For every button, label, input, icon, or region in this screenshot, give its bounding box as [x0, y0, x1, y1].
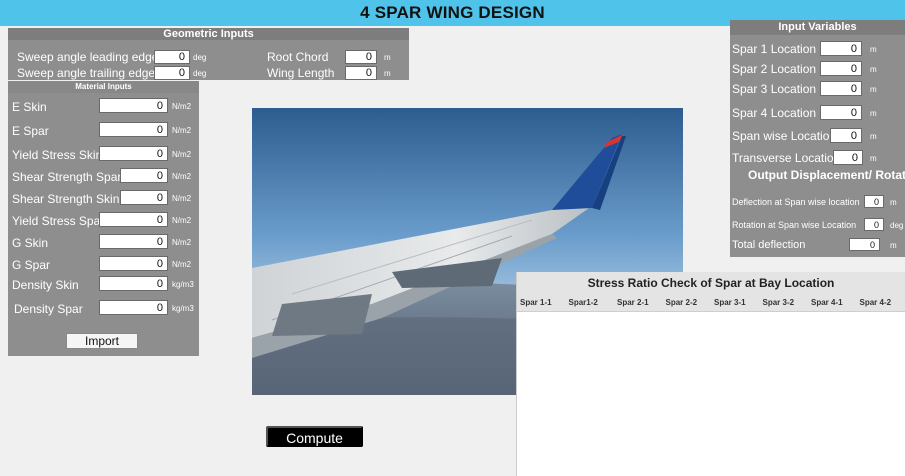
shear-strength-skin-label: Shear Strength Skin	[12, 192, 120, 206]
shear-strength-spar-unit: N/m2	[172, 172, 192, 181]
col-spar-2-1: Spar 2-1	[617, 298, 649, 307]
geometric-inputs-panel: Geometric Inputs Sweep angle leading edg…	[8, 28, 409, 80]
import-button[interactable]: Import	[66, 333, 138, 349]
col-spar-4-1: Spar 4-1	[811, 298, 843, 307]
g-skin-input[interactable]	[99, 234, 168, 249]
g-skin-label: G Skin	[12, 236, 49, 250]
root-chord-label: Root Chord	[267, 50, 329, 64]
density-skin-input[interactable]	[99, 276, 168, 291]
sweep-le-input[interactable]	[154, 50, 190, 64]
g-spar-input[interactable]	[99, 256, 168, 271]
spar3-location-unit: m	[870, 85, 877, 94]
deflection-label: Deflection at Span wise location	[732, 197, 860, 207]
col-spar-2-2: Spar 2-2	[665, 298, 698, 307]
wing-length-label: Wing Length	[267, 66, 335, 80]
spar1-location-input[interactable]	[820, 41, 862, 56]
spar3-location-label: Spar 3 Location	[732, 82, 817, 96]
transverse-location-input[interactable]	[833, 150, 863, 165]
span-wise-location-input[interactable]	[830, 128, 862, 143]
transverse-location-label: Transverse Location	[732, 151, 841, 165]
stress-table-title: Stress Ratio Check of Spar at Bay Locati…	[517, 272, 905, 294]
spar4-location-input[interactable]	[820, 105, 862, 120]
spar2-location-input[interactable]	[820, 61, 862, 76]
shear-strength-skin-unit: N/m2	[172, 194, 192, 203]
sweep-te-input[interactable]	[154, 66, 190, 80]
wing-length-unit: m	[384, 69, 391, 78]
span-wise-location-label: Span wise Location	[732, 129, 837, 143]
spar1-location-label: Spar 1 Location	[732, 42, 817, 56]
g-spar-label: G Spar	[12, 258, 51, 272]
yield-stress-spar-input[interactable]	[99, 212, 168, 227]
yield-stress-skin-unit: N/m2	[172, 150, 192, 159]
material-inputs-panel: Material Inputs E Skin N/m2 E Spar N/m2 …	[8, 81, 199, 356]
shear-strength-skin-input[interactable]	[120, 190, 168, 205]
density-spar-input[interactable]	[99, 300, 168, 315]
rotation-unit: deg	[890, 221, 904, 230]
e-spar-unit: N/m2	[172, 126, 192, 135]
yield-stress-spar-unit: N/m2	[172, 216, 192, 225]
sweep-le-label: Sweep angle leading edge	[17, 50, 159, 64]
app-title: 4 SPAR WING DESIGN	[360, 3, 545, 22]
output-title: Output Displacement/ Rotation	[730, 167, 905, 184]
spar1-location-unit: m	[870, 45, 877, 54]
spar2-location-label: Spar 2 Location	[732, 62, 817, 76]
root-chord-unit: m	[384, 53, 391, 62]
stress-table-header: Spar 1-1 Spar1-2 Spar 2-1 Spar 2-2 Spar …	[517, 294, 905, 312]
rotation-label: Rotation at Span wise Location	[732, 220, 857, 230]
yield-stress-skin-input[interactable]	[99, 146, 168, 161]
spar3-location-input[interactable]	[820, 81, 862, 96]
deflection-output	[864, 195, 884, 208]
shear-strength-spar-label: Shear Strength Spar	[12, 170, 122, 184]
yield-stress-spar-label: Yield Stress Spar	[12, 214, 105, 228]
density-skin-unit: kg/m3	[172, 280, 194, 289]
output-panel: Output Displacement/ Rotation Deflection…	[730, 167, 905, 257]
deflection-unit: m	[890, 198, 897, 207]
col-spar-3-2: Spar 3-2	[762, 298, 795, 307]
geometric-inputs-title: Geometric Inputs	[8, 28, 409, 40]
col-spar-1-2: Spar1-2	[568, 298, 598, 307]
sweep-te-unit: deg	[193, 69, 207, 78]
input-variables-panel: Input Variables Spar 1 Location m Spar 2…	[730, 20, 905, 168]
col-spar-1-1: Spar 1-1	[520, 298, 552, 307]
total-deflection-label: Total deflection	[732, 239, 806, 251]
e-spar-input[interactable]	[99, 122, 168, 137]
span-wise-location-unit: m	[870, 132, 877, 141]
col-spar-3-1: Spar 3-1	[714, 298, 746, 307]
total-deflection-unit: m	[890, 241, 897, 250]
e-spar-label: E Spar	[12, 124, 49, 138]
shear-strength-spar-input[interactable]	[120, 168, 168, 183]
g-skin-unit: N/m2	[172, 238, 192, 247]
material-inputs-title: Material Inputs	[8, 81, 199, 93]
stress-ratio-table: Stress Ratio Check of Spar at Bay Locati…	[516, 272, 905, 476]
e-skin-input[interactable]	[99, 98, 168, 113]
col-spar-4-2: Spar 4-2	[859, 298, 892, 307]
sweep-te-label: Sweep angle trailing edge	[17, 66, 156, 80]
yield-stress-skin-label: Yield Stress Skin	[12, 148, 103, 162]
g-spar-unit: N/m2	[172, 260, 192, 269]
total-deflection-output	[849, 238, 880, 251]
compute-button[interactable]: Compute	[266, 426, 363, 447]
density-skin-label: Density Skin	[12, 278, 79, 292]
sweep-le-unit: deg	[193, 53, 207, 62]
density-spar-label: Density Spar	[14, 302, 83, 316]
wing-length-input[interactable]	[345, 66, 377, 80]
input-variables-title: Input Variables	[730, 20, 905, 35]
root-chord-input[interactable]	[345, 50, 377, 64]
spar4-location-label: Spar 4 Location	[732, 106, 817, 120]
transverse-location-unit: m	[870, 154, 877, 163]
e-skin-unit: N/m2	[172, 102, 192, 111]
density-spar-unit: kg/m3	[172, 304, 194, 313]
e-skin-label: E Skin	[12, 100, 47, 114]
spar2-location-unit: m	[870, 65, 877, 74]
spar4-location-unit: m	[870, 109, 877, 118]
rotation-output	[864, 218, 884, 231]
